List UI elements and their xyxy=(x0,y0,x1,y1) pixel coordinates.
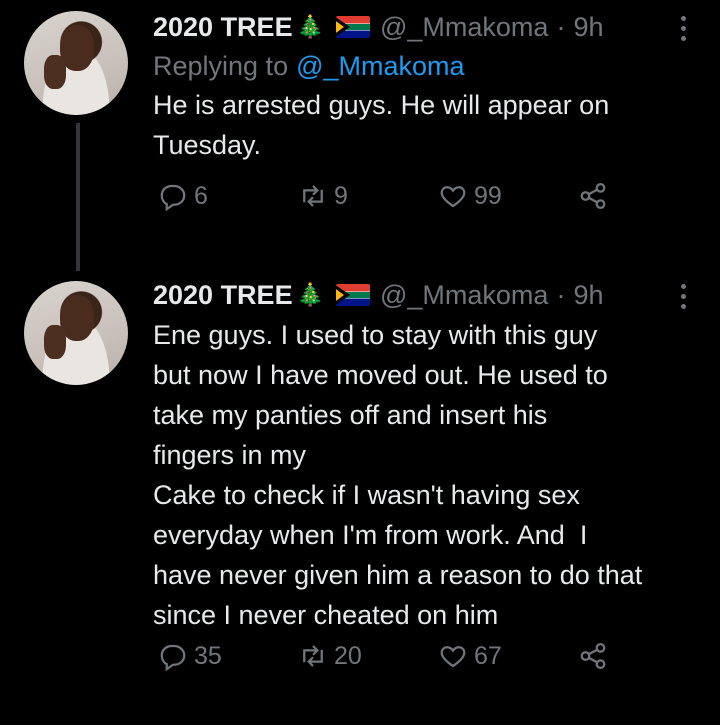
timestamp[interactable]: 9h xyxy=(573,280,603,311)
replying-prefix: Replying to xyxy=(153,50,289,81)
display-name[interactable]: 2020 TREE xyxy=(153,12,293,43)
like-count: 67 xyxy=(474,641,502,670)
more-icon[interactable] xyxy=(678,281,688,311)
south-africa-flag-icon xyxy=(335,16,370,38)
tree-emoji: 🎄 xyxy=(296,14,324,39)
like-icon xyxy=(440,186,466,208)
replying-to-link[interactable]: @_Mmakoma xyxy=(296,51,464,82)
like-button[interactable]: 67 xyxy=(438,641,502,671)
share-icon xyxy=(580,183,606,209)
handle[interactable]: @_Mmakoma xyxy=(380,12,548,43)
retweet-button[interactable]: 9 xyxy=(298,181,348,211)
tree-emoji: 🎄 xyxy=(296,282,324,307)
display-name[interactable]: 2020 TREE xyxy=(153,280,293,311)
share-button[interactable] xyxy=(578,641,614,671)
tweet-header: 2020 TREE 🎄 @_Mmakoma · 9h xyxy=(153,7,696,47)
thread-connector-line xyxy=(76,123,80,271)
reply-count: 35 xyxy=(194,641,222,670)
timestamp[interactable]: 9h xyxy=(573,12,603,43)
handle[interactable]: @_Mmakoma xyxy=(380,280,548,311)
like-icon xyxy=(440,646,466,668)
share-icon xyxy=(580,643,606,669)
reply-count: 6 xyxy=(194,181,208,210)
retweet-button[interactable]: 20 xyxy=(298,641,362,671)
reply-button[interactable]: 35 xyxy=(158,641,222,671)
avatar[interactable] xyxy=(24,281,128,385)
more-icon[interactable] xyxy=(678,13,688,43)
tweet-text: He is arrested guys. He will appear on T… xyxy=(153,90,610,160)
reply-icon xyxy=(160,184,186,211)
separator-dot: · xyxy=(556,11,566,42)
retweet-icon xyxy=(303,645,323,667)
like-count: 99 xyxy=(474,181,502,210)
retweet-icon xyxy=(303,185,323,207)
tweet-text: Ene guys. I used to stay with this guy b… xyxy=(153,320,643,630)
replying-to: Replying to @_Mmakoma xyxy=(153,47,696,85)
tweet-header: 2020 TREE 🎄 @_Mmakoma · 9h xyxy=(153,275,696,315)
south-africa-flag-icon xyxy=(335,284,370,306)
avatar-hand xyxy=(44,325,66,359)
retweet-count: 20 xyxy=(334,641,362,670)
avatar[interactable] xyxy=(24,11,128,115)
share-button[interactable] xyxy=(578,181,614,211)
separator-dot: · xyxy=(556,279,566,310)
avatar-hand xyxy=(44,55,66,89)
retweet-count: 9 xyxy=(334,181,348,210)
reply-icon xyxy=(160,644,186,671)
reply-button[interactable]: 6 xyxy=(158,181,208,211)
like-button[interactable]: 99 xyxy=(438,181,502,211)
